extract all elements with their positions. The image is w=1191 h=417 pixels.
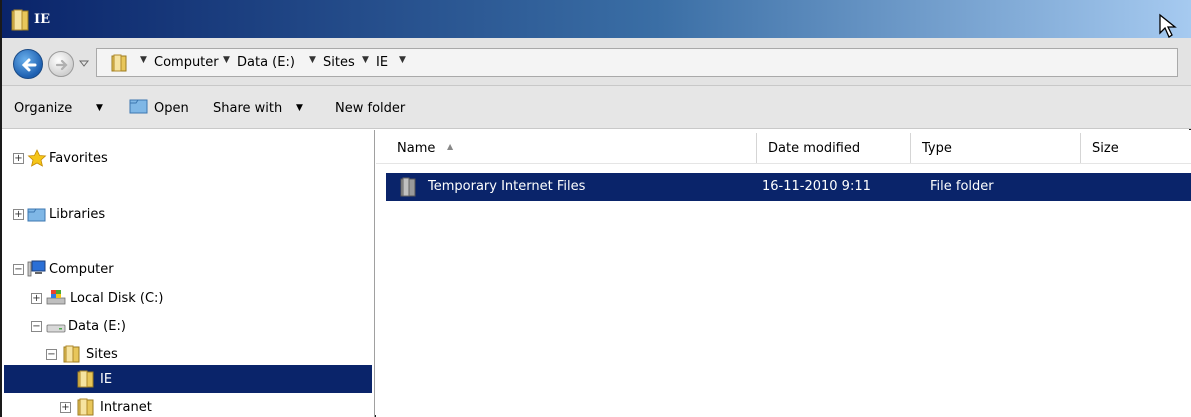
column-header-size[interactable]: Size [1081,133,1191,163]
new-folder-button[interactable]: New folder [335,101,405,116]
hard-drive-icon [46,324,66,333]
star-icon [27,149,47,167]
forward-arrow-icon [55,59,68,71]
open-folder-icon [129,99,148,114]
column-header-date-modified[interactable]: Date modified [757,133,911,163]
sort-ascending-icon: ▲ [447,142,454,151]
column-size-label: Size [1092,141,1119,156]
column-name-label: Name [397,141,436,156]
chevron-down-icon[interactable]: ▼ [96,103,103,113]
collapse-toggle[interactable]: − [46,349,57,360]
expand-toggle[interactable]: + [13,209,24,220]
tree-item-sites[interactable]: Sites [86,347,118,362]
folder-icon [111,54,127,72]
windows-drive-icon [46,290,66,305]
library-icon [27,208,46,222]
folder-icon [400,177,416,197]
column-type-label: Type [922,141,952,156]
command-bar: Organize ▼ Open Share with ▼ New folder [2,86,1191,129]
tree-item-libraries[interactable]: Libraries [49,207,105,222]
column-header-type[interactable]: Type [911,133,1081,163]
address-bar-area: ▼ Computer ▼ Data (E:) ▼ Sites ▼ IE ▼ [2,38,1191,86]
share-with-button[interactable]: Share with [213,101,282,116]
file-date-modified: 16-11-2010 9:11 [762,179,871,194]
tree-item-computer[interactable]: Computer [49,262,114,277]
folder-icon [77,370,94,388]
forward-button[interactable] [48,51,74,77]
tree-item-ie[interactable]: IE [100,372,112,387]
file-type: File folder [930,179,994,194]
folder-icon [11,9,29,31]
folder-icon [63,345,80,363]
chevron-down-icon[interactable]: ▼ [296,103,303,113]
open-button[interactable]: Open [154,101,189,116]
expand-toggle[interactable]: + [31,293,42,304]
column-header-name[interactable]: Name [386,133,757,163]
tree-item-data-drive[interactable]: Data (E:) [68,319,126,334]
expand-toggle[interactable]: + [13,153,24,164]
file-list: Name ▲ Date modified Type Size Temporary… [376,130,1191,417]
back-arrow-icon [21,58,37,72]
table-row[interactable]: Temporary Internet Files 16-11-2010 9:11… [386,173,1191,201]
address-field[interactable]: ▼ Computer ▼ Data (E:) ▼ Sites ▼ IE ▼ [96,48,1178,77]
breadcrumb-sites[interactable]: Sites [323,55,355,70]
breadcrumb-data[interactable]: Data (E:) [237,55,295,70]
tree-item-ie-selected[interactable] [4,365,372,393]
tree-item-local-disk[interactable]: Local Disk (C:) [70,291,163,306]
organize-button[interactable]: Organize [14,101,72,116]
collapse-toggle[interactable]: − [31,321,42,332]
header-divider [376,163,1191,164]
breadcrumb-computer[interactable]: Computer [154,55,219,70]
mouse-cursor-icon [1159,13,1177,38]
computer-icon [27,260,46,277]
back-button[interactable] [13,49,43,79]
collapse-toggle[interactable]: − [13,264,24,275]
explorer-window: IE ▼ Computer ▼ Data (E:) ▼ Sites ▼ IE ▼… [0,0,1191,417]
chevron-down-icon[interactable]: ▼ [140,55,147,65]
tree-item-favorites[interactable]: Favorites [49,151,108,166]
file-name: Temporary Internet Files [428,179,586,194]
title-bar[interactable]: IE [2,0,1191,38]
navigation-pane: + Favorites + Libraries − Computer + Loc… [2,130,375,417]
column-date-label: Date modified [768,141,861,156]
chevron-down-icon[interactable]: ▼ [223,55,230,65]
expand-toggle[interactable]: + [60,402,71,413]
chevron-down-icon[interactable]: ▼ [399,55,406,65]
window-title: IE [34,12,50,27]
folder-icon [77,398,94,416]
breadcrumb-ie[interactable]: IE [376,55,388,70]
tree-item-intranet[interactable]: Intranet [100,400,152,415]
recent-pages-dropdown-icon[interactable] [78,56,90,70]
chevron-down-icon[interactable]: ▼ [362,55,369,65]
chevron-down-icon[interactable]: ▼ [309,55,316,65]
